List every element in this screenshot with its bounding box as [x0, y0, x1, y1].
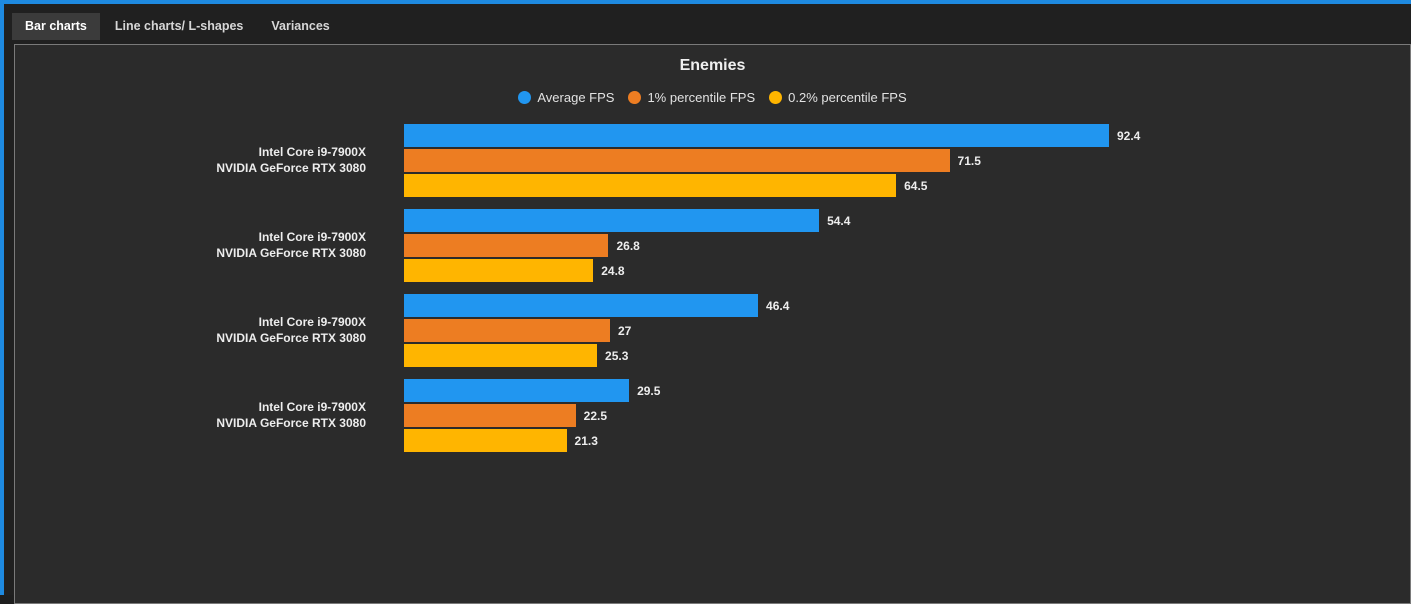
bar-value-label: 29.5: [637, 383, 661, 398]
bar-group-label-line1: Intel Core i9-7900X: [258, 314, 366, 329]
legend-label: 0.2% percentile FPS: [788, 90, 907, 105]
bar-group: Intel Core i9-7900X NVIDIA GeForce RTX 3…: [15, 372, 1410, 457]
bar-group-bars: 92.4 71.5 64.5: [404, 123, 1410, 198]
bar-group: Intel Core i9-7900X NVIDIA GeForce RTX 3…: [15, 202, 1410, 287]
legend-swatch-circle-icon: [518, 91, 532, 104]
bar-group-label: Intel Core i9-7900X NVIDIA GeForce RTX 3…: [15, 229, 385, 261]
bar-0-2-percentile-fps[interactable]: [404, 259, 594, 282]
bar-group-label-line2: NVIDIA GeForce RTX 3080: [216, 245, 366, 260]
bar-group-bars: 54.4 26.8 24.8: [404, 208, 1410, 283]
bar-row: 46.4: [404, 293, 1410, 318]
tab-bar-charts[interactable]: Bar charts: [12, 13, 100, 40]
bar-0-2-percentile-fps[interactable]: [404, 429, 567, 452]
bar-value-label: 26.8: [616, 238, 640, 253]
bar-group-label-line2: NVIDIA GeForce RTX 3080: [216, 330, 366, 345]
bar-average-fps[interactable]: [404, 124, 1109, 147]
bar-row: 27: [404, 318, 1410, 343]
bar-group-label-line1: Intel Core i9-7900X: [258, 399, 366, 414]
bar-0-2-percentile-fps[interactable]: [404, 344, 598, 367]
bar-group-label: Intel Core i9-7900X NVIDIA GeForce RTX 3…: [15, 399, 385, 431]
bar-value-label: 27: [618, 323, 632, 338]
legend-label: Average FPS: [537, 90, 615, 105]
tab-variances[interactable]: Variances: [258, 13, 342, 40]
bar-row: 29.5: [404, 378, 1410, 403]
bar-value-label: 24.8: [601, 263, 625, 278]
bar-group-bars: 29.5 22.5 21.3: [404, 378, 1410, 453]
bar-row: 64.5: [404, 173, 1410, 198]
bar-row: 24.8: [404, 258, 1410, 283]
bar-group-label-line2: NVIDIA GeForce RTX 3080: [216, 415, 366, 430]
bar-group-bars: 46.4 27 25.3: [404, 293, 1410, 368]
bar-average-fps[interactable]: [404, 209, 820, 232]
bar-group-label: Intel Core i9-7900X NVIDIA GeForce RTX 3…: [15, 144, 385, 176]
legend-item-average-fps[interactable]: Average FPS: [518, 90, 614, 105]
bar-row: 26.8: [404, 233, 1410, 258]
bar-group: Intel Core i9-7900X NVIDIA GeForce RTX 3…: [15, 287, 1410, 372]
app-window: Bar charts Line charts/ L-shapes Varianc…: [0, 0, 1411, 604]
bar-value-label: 64.5: [904, 178, 928, 193]
legend-swatch-circle-icon: [769, 91, 783, 104]
bar-1-percentile-fps[interactable]: [404, 149, 950, 172]
bar-1-percentile-fps[interactable]: [404, 234, 609, 257]
bar-row: 71.5: [404, 148, 1410, 173]
bar-row: 22.5: [404, 403, 1410, 428]
bar-value-label: 92.4: [1117, 128, 1141, 143]
legend-item-1-percentile-fps[interactable]: 1% percentile FPS: [628, 90, 755, 105]
legend-label: 1% percentile FPS: [647, 90, 756, 105]
bar-value-label: 25.3: [605, 348, 629, 363]
legend-swatch-circle-icon: [628, 91, 642, 104]
bar-value-label: 22.5: [583, 408, 608, 423]
bar-group-label-line2: NVIDIA GeForce RTX 3080: [216, 160, 366, 175]
bar-group-label-line1: Intel Core i9-7900X: [258, 144, 366, 159]
bar-row: 92.4: [404, 123, 1410, 148]
bar-average-fps[interactable]: [404, 294, 759, 317]
bar-1-percentile-fps[interactable]: [404, 319, 610, 342]
chart-title: Enemies: [679, 57, 746, 74]
bar-group: Intel Core i9-7900X NVIDIA GeForce RTX 3…: [15, 117, 1410, 202]
chart-legend: Average FPS 1% percentile FPS 0.2% perce…: [15, 90, 1410, 105]
bar-1-percentile-fps[interactable]: [404, 404, 576, 427]
bar-average-fps[interactable]: [404, 379, 630, 402]
bar-group-label-line1: Intel Core i9-7900X: [258, 229, 366, 244]
bar-row: 54.4: [404, 208, 1410, 233]
bar-chart-plot: Intel Core i9-7900X NVIDIA GeForce RTX 3…: [15, 117, 1410, 603]
bar-row: 21.3: [404, 428, 1410, 453]
bar-row: 25.3: [404, 343, 1410, 368]
tab-strip: Bar charts Line charts/ L-shapes Varianc…: [4, 4, 1411, 40]
chart-panel: Enemies Average FPS 1% percentile FPS 0.…: [14, 44, 1411, 604]
bar-value-label: 71.5: [957, 153, 981, 168]
bar-value-label: 46.4: [766, 298, 790, 313]
bar-value-label: 54.4: [827, 213, 851, 228]
bar-group-label: Intel Core i9-7900X NVIDIA GeForce RTX 3…: [15, 314, 385, 346]
legend-item-0-2-percentile-fps[interactable]: 0.2% percentile FPS: [769, 90, 907, 105]
bar-value-label: 21.3: [574, 433, 598, 448]
tab-line-charts-l-shapes[interactable]: Line charts/ L-shapes: [102, 13, 257, 40]
bar-0-2-percentile-fps[interactable]: [404, 174, 897, 197]
